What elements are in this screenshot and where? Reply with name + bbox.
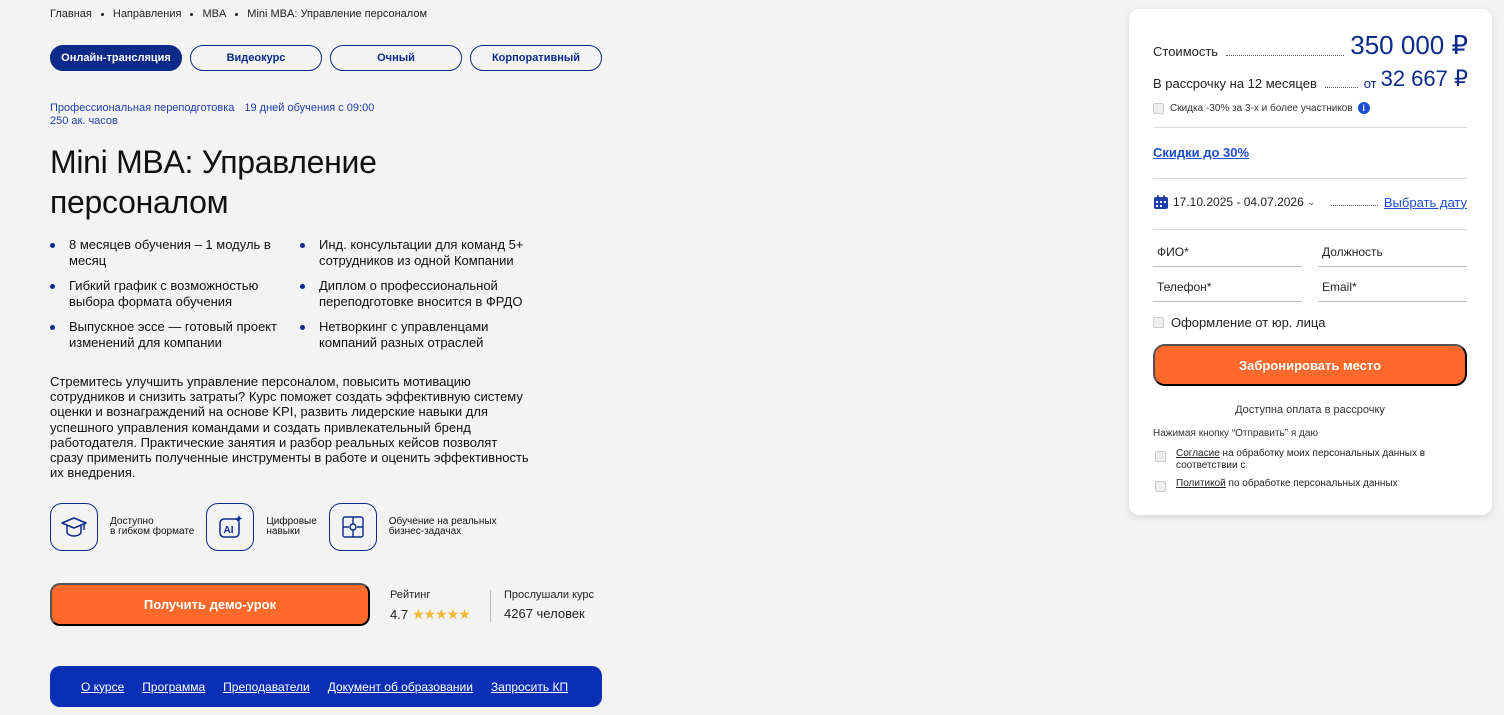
consent-checkbox[interactable] xyxy=(1155,451,1166,462)
rating-stars-icon: ★★★★★ xyxy=(412,606,471,622)
feature-item: Выпускное эссе — готовый проект изменени… xyxy=(50,319,300,351)
bullet-icon xyxy=(300,243,305,248)
legal-entity-checkbox[interactable] xyxy=(1153,317,1164,328)
tab-offline[interactable]: Очный xyxy=(330,45,462,71)
course-description: Стремитесь улучшить управление персонало… xyxy=(50,374,529,481)
feature-item: Диплом о профессиональной переподготовке… xyxy=(300,278,550,310)
tab-online[interactable]: Онлайн-трансляция xyxy=(50,45,182,71)
tab-corporate[interactable]: Корпоративный xyxy=(470,45,602,71)
svg-text:AI: AI xyxy=(224,525,234,536)
price-value: 350 000 ₽ xyxy=(1350,30,1468,60)
book-place-button[interactable]: Забронировать место xyxy=(1153,344,1467,386)
puzzle-icon xyxy=(328,503,377,551)
email-field[interactable]: Email* xyxy=(1318,280,1467,302)
booking-panel: Стоимость 350 000 ₽ В рассрочку на 12 ме… xyxy=(1129,9,1492,515)
consent-link[interactable]: Согласие xyxy=(1176,448,1220,459)
divider xyxy=(490,590,491,622)
benefit-label: Доступно в гибком формате xyxy=(110,516,195,537)
calendar-icon xyxy=(1154,195,1168,209)
feature-item: Инд. консультации для команд 5+ сотрудни… xyxy=(300,237,550,269)
breadcrumb-mba[interactable]: MBA xyxy=(202,8,226,20)
benefits: Доступно в гибком формате AI Цифровые на… xyxy=(50,503,509,551)
group-discount-option[interactable]: Скидка -30% за 3-х и более участников i xyxy=(1153,102,1370,114)
group-discount-label: Скидка -30% за 3-х и более участников xyxy=(1170,102,1353,114)
bullet-icon xyxy=(50,284,55,289)
breadcrumb-separator xyxy=(100,12,104,16)
feature-item: Гибкий график с возможностью выбора форм… xyxy=(50,278,300,310)
consent-policy[interactable]: Политикой по обработке персональных данн… xyxy=(1153,478,1467,492)
policy-checkbox[interactable] xyxy=(1155,481,1166,492)
group-discount-checkbox[interactable] xyxy=(1153,102,1164,114)
installment-from: от xyxy=(1363,76,1377,91)
course-nav: О курсе Программа Преподаватели Документ… xyxy=(50,666,602,707)
price-label: Стоимость xyxy=(1153,44,1219,59)
nav-about[interactable]: О курсе xyxy=(81,680,124,694)
divider xyxy=(1153,127,1467,128)
nav-document[interactable]: Документ об образовании xyxy=(328,680,473,694)
benefit-label: Обучение на реальных бизнес-задачах xyxy=(388,516,497,537)
installment-price: 32 667 ₽ xyxy=(1380,66,1468,91)
ai-icon: AI xyxy=(206,503,255,551)
breadcrumb-home[interactable]: Главная xyxy=(50,8,92,20)
graduation-cap-icon xyxy=(50,503,98,551)
academic-hours: 250 ак. часов xyxy=(50,115,118,127)
page-title: Mini MBA: Управление персоналом xyxy=(50,144,377,220)
listeners-value: 4267 человек xyxy=(504,606,585,621)
program-type: Профессиональная переподготовка xyxy=(50,102,235,114)
bullet-icon xyxy=(300,284,305,289)
divider xyxy=(1153,229,1467,230)
rating: Рейтинг 4.7 ★★★★★ xyxy=(390,589,471,623)
legal-entity-label: Оформление от юр. лица xyxy=(1171,315,1326,330)
price-row: Стоимость 350 000 ₽ xyxy=(1153,31,1468,59)
nav-program[interactable]: Программа xyxy=(142,680,205,694)
phone-field[interactable]: Телефон* xyxy=(1153,280,1302,302)
benefit-real-tasks: Обучение на реальных бизнес-задачах xyxy=(328,503,497,551)
listeners-count: Прослушали курс 4267 человек xyxy=(504,589,594,621)
date-range-select[interactable]: 17.10.2025 - 04.07.2026 xyxy=(1173,195,1304,209)
consent-intro: Нажимая кнопку “Отправить” я даю xyxy=(1153,428,1318,439)
feature-list: 8 месяцев обучения – 1 модуль в месяц Ин… xyxy=(50,237,550,351)
date-row: 17.10.2025 - 04.07.2026 ⌄ Выбрать дату xyxy=(1153,194,1467,210)
nav-request-offer[interactable]: Запросить КП xyxy=(491,680,568,694)
breadcrumb-separator xyxy=(235,12,239,16)
dotted-leader xyxy=(1331,198,1378,206)
nav-teachers[interactable]: Преподаватели xyxy=(223,680,310,694)
breadcrumb-current: Mini MBA: Управление персоналом xyxy=(247,8,428,20)
listeners-label: Прослушали курс xyxy=(504,589,595,601)
rating-label: Рейтинг xyxy=(390,589,431,601)
discounts-link[interactable]: Скидки до 30% xyxy=(1153,145,1249,160)
course-meta: Профессиональная переподготовка 19 дней о… xyxy=(50,102,374,128)
format-tabs: Онлайн-трансляция Видеокурс Очный Корпор… xyxy=(50,45,602,71)
position-field[interactable]: Должность xyxy=(1318,245,1467,267)
installment-label: В рассрочку на 12 месяцев xyxy=(1153,76,1317,91)
policy-link[interactable]: Политикой xyxy=(1176,478,1226,489)
benefit-flexible: Доступно в гибком формате xyxy=(50,503,194,551)
consent-personal-data[interactable]: Согласие на обработку моих персональных … xyxy=(1153,448,1467,472)
chevron-down-icon[interactable]: ⌄ xyxy=(1308,197,1316,208)
benefit-label: Цифровые навыки xyxy=(266,516,317,537)
breadcrumb-directions[interactable]: Направления xyxy=(113,8,182,20)
feature-item: 8 месяцев обучения – 1 модуль в месяц xyxy=(50,237,300,269)
breadcrumb: Главная Направления MBA Mini MBA: Управл… xyxy=(50,8,427,20)
duration: 19 дней обучения с 09:00 xyxy=(244,102,375,114)
name-field[interactable]: ФИО* xyxy=(1153,245,1302,267)
legal-entity-option[interactable]: Оформление от юр. лица xyxy=(1153,315,1326,330)
installment-row: В рассрочку на 12 месяцев от 32 667 ₽ xyxy=(1153,66,1468,92)
bullet-icon xyxy=(50,243,55,248)
rating-value: 4.7 xyxy=(390,607,409,622)
tab-videocourse[interactable]: Видеокурс xyxy=(190,45,322,71)
dotted-leader xyxy=(1226,55,1345,56)
bullet-icon xyxy=(50,325,55,330)
benefit-digital: AI Цифровые навыки xyxy=(206,503,317,551)
breadcrumb-separator xyxy=(190,12,194,16)
info-icon[interactable]: i xyxy=(1357,102,1370,114)
divider xyxy=(1153,178,1467,179)
demo-lesson-button[interactable]: Получить демо-урок xyxy=(50,583,370,626)
choose-date-link[interactable]: Выбрать дату xyxy=(1384,195,1467,210)
feature-item: Нетворкинг с управленцами компаний разны… xyxy=(300,319,550,351)
installment-note: Доступна оплата в рассрочку xyxy=(1235,404,1385,416)
bullet-icon xyxy=(300,325,305,330)
dotted-leader xyxy=(1324,87,1358,88)
